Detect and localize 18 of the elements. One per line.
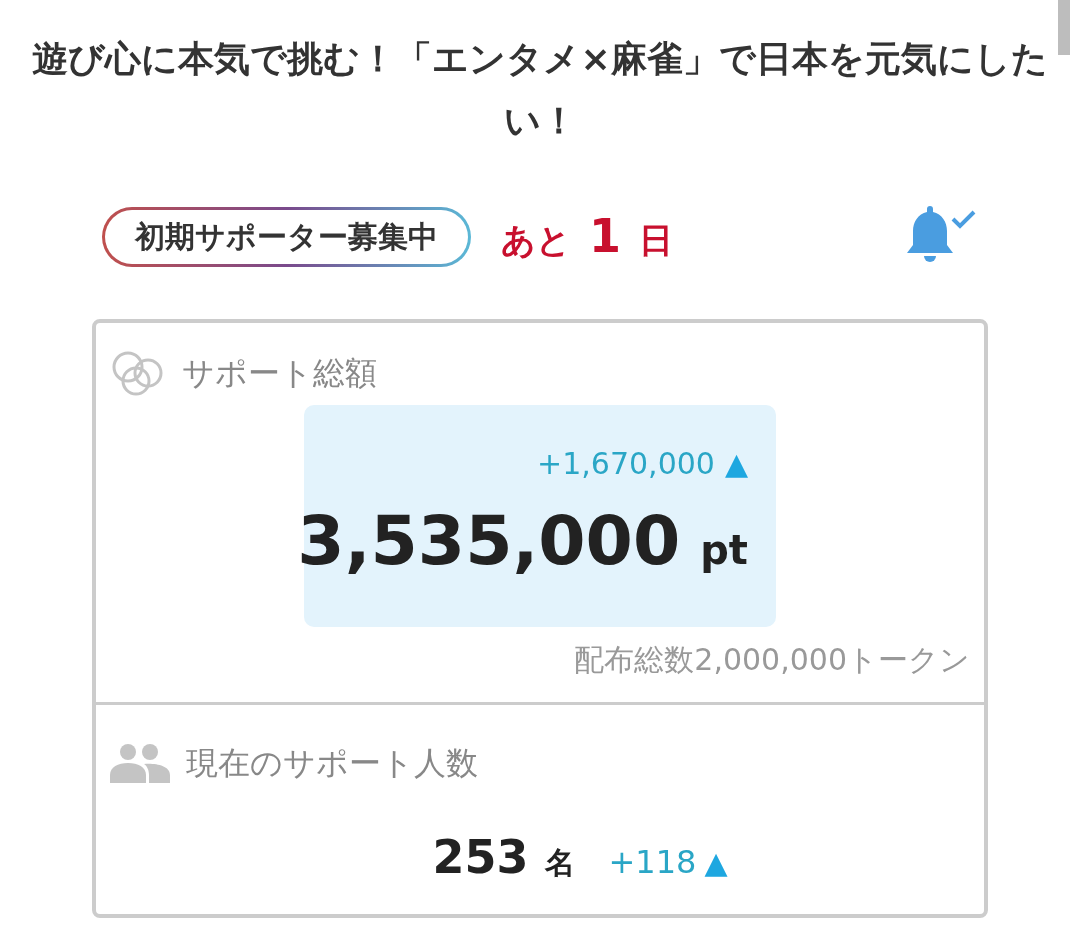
total-unit: pt: [700, 525, 748, 575]
page-title: 遊び心に本気で挑む！「エンタメ×麻雀」で日本を元気にしたい！: [31, 37, 1049, 143]
remaining-unit: 日: [639, 219, 673, 262]
scrollbar-thumb[interactable]: [1058, 0, 1070, 55]
total-label: サポート総額: [182, 353, 377, 394]
total-change: +1,670,000: [537, 444, 715, 483]
supporters-label: 現在のサポート人数: [186, 743, 478, 784]
supporters-count: 253: [432, 829, 529, 886]
remaining-prefix: あと: [501, 219, 571, 262]
increase-icon: ▲: [724, 440, 748, 486]
increase-icon: ▲: [704, 840, 728, 885]
remaining-count: 1: [589, 208, 621, 265]
token-note: 配布総数2,000,000トークン: [574, 641, 970, 679]
supporters-change: +118: [608, 842, 697, 883]
supporters-unit: 名: [544, 844, 575, 882]
total-amount: 3,535,000: [297, 499, 681, 582]
people-icon: [110, 743, 170, 783]
status-badge: 初期サポーター募集中: [105, 209, 468, 264]
